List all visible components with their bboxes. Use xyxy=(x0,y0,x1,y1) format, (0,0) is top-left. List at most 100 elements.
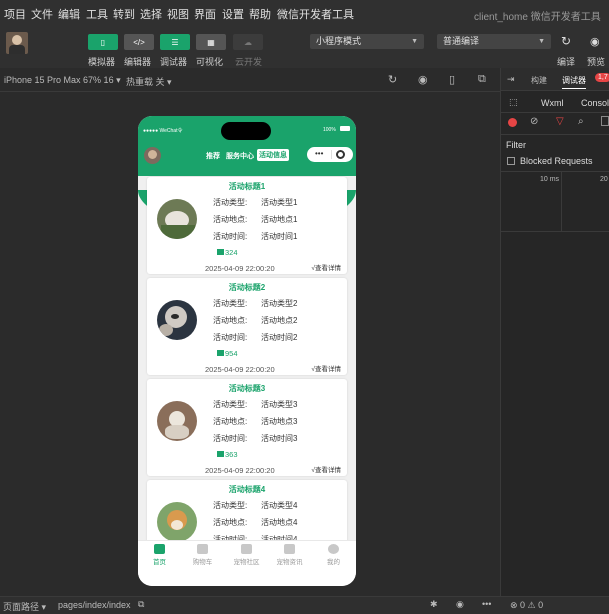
image-icon xyxy=(217,350,224,356)
inspect-icon[interactable]: ⬚ xyxy=(509,97,518,108)
nav-activity-info[interactable]: 活动信息 xyxy=(257,149,289,161)
blocked-requests-checkbox[interactable] xyxy=(507,157,515,165)
time-label: 活动时间: xyxy=(213,232,248,241)
time-label: 活动时间: xyxy=(213,434,248,443)
nav-recommend[interactable]: 推荐 xyxy=(206,151,220,161)
more-icon[interactable]: ••• xyxy=(482,599,491,609)
mode-select[interactable]: 小程序模式 ▼ xyxy=(310,34,424,49)
menu-tools[interactable]: 工具 xyxy=(86,6,108,22)
subtab-console[interactable]: Console xyxy=(581,98,609,108)
activity-title: 活动标题2 xyxy=(228,283,266,292)
menu-help[interactable]: 帮助 xyxy=(249,6,271,22)
activity-title: 活动标题1 xyxy=(228,182,266,191)
visual-toggle-button[interactable]: ▦ xyxy=(196,34,226,50)
capsule-menu[interactable]: ••• xyxy=(307,147,353,162)
refresh-icon[interactable]: ↻ xyxy=(388,73,397,86)
filter-icon[interactable]: ▽ xyxy=(556,116,564,127)
place-label: 活动地点: xyxy=(213,417,248,426)
view-details-link[interactable]: √查看详情 xyxy=(311,363,341,373)
timeline-tick-20: 20 xyxy=(600,176,608,183)
bug-icon[interactable]: ✱ xyxy=(430,599,438,610)
tab-build[interactable]: 构建 xyxy=(531,75,547,86)
compile-select[interactable]: 普通编译 ▼ xyxy=(437,34,551,49)
tab-mine[interactable]: 我的 xyxy=(312,544,355,566)
menu-view[interactable]: 视图 xyxy=(167,6,189,22)
filter-label[interactable]: Filter xyxy=(506,140,526,150)
debugger-toggle-button[interactable]: ☰ xyxy=(160,34,190,50)
activity-date: 2025-04-09 22:00:20 xyxy=(205,264,275,273)
menu-wechat-devtools[interactable]: 微信开发者工具 xyxy=(277,6,354,22)
tab-home[interactable]: 首页 xyxy=(138,544,181,566)
user-avatar[interactable] xyxy=(144,147,161,164)
place-label: 活动地点: xyxy=(213,518,248,527)
activity-image xyxy=(157,401,197,441)
debugger-label: 调试器 xyxy=(160,57,188,67)
avatar[interactable] xyxy=(6,32,28,54)
search-icon[interactable]: ⌕ xyxy=(578,116,584,127)
eye-icon[interactable]: ◉ xyxy=(456,599,464,610)
type-value: 活动类型2 xyxy=(261,299,298,308)
compile-button-label[interactable]: 编译 xyxy=(557,55,575,68)
simulator-toolbar: iPhone 15 Pro Max 67% 16 ▾ 热重载 关 ▾ ↻ ◉ ▯… xyxy=(0,68,500,92)
page-path-label[interactable]: 页面路径 ▾ xyxy=(3,600,46,613)
nav-service-center[interactable]: 服务中心 xyxy=(226,151,254,161)
place-value: 活动地点1 xyxy=(261,215,298,224)
cloud-button[interactable]: ☁ xyxy=(233,34,263,50)
tab-mine-label: 我的 xyxy=(327,559,340,566)
simulator-toggle-button[interactable]: ▯ xyxy=(88,34,118,50)
device-select[interactable]: iPhone 15 Pro Max 67% 16 ▾ xyxy=(4,75,121,86)
error-warning-count[interactable]: ⊗ 0 ⚠ 0 xyxy=(510,600,543,611)
view-details-link[interactable]: √查看详情 xyxy=(311,262,341,272)
more-icon[interactable]: ••• xyxy=(315,149,323,158)
view-count: 324 xyxy=(217,248,238,257)
menu-select[interactable]: 选择 xyxy=(140,6,162,22)
view-details-link[interactable]: √查看详情 xyxy=(311,464,341,474)
editor-toggle-button[interactable]: </> xyxy=(124,34,154,50)
time-value: 活动时间2 xyxy=(261,333,298,342)
tab-cart-label: 购物车 xyxy=(192,559,213,566)
copy-icon[interactable]: ⧉ xyxy=(138,599,144,610)
code-icon: </> xyxy=(133,37,145,47)
tab-pet-news[interactable]: 宠物资讯 xyxy=(268,544,311,566)
phone-icon[interactable]: ▯ xyxy=(449,73,455,86)
chevron-down-icon: ▼ xyxy=(411,38,418,45)
panel-toggle-icon[interactable]: ⇥ xyxy=(507,74,515,85)
stop-icon[interactable]: ◉ xyxy=(418,73,428,86)
record-icon[interactable] xyxy=(508,118,517,127)
close-icon[interactable] xyxy=(336,150,345,159)
activity-card[interactable]: 活动标题2 活动类型: 活动类型2 活动地点: 活动地点2 活动时间: 活动时间… xyxy=(147,278,347,375)
time-value: 活动时间1 xyxy=(261,232,298,241)
checkbox-icon[interactable] xyxy=(601,116,609,126)
menu-settings[interactable]: 设置 xyxy=(222,6,244,22)
dynamic-island xyxy=(221,122,271,140)
menu-edit[interactable]: 编辑 xyxy=(58,6,80,22)
blocked-requests-label: Blocked Requests xyxy=(520,156,593,166)
activity-card[interactable]: 活动标题1 活动类型: 活动类型1 活动地点: 活动地点1 活动时间: 活动时间… xyxy=(147,177,347,274)
clear-icon[interactable]: ⊘ xyxy=(530,116,538,127)
tab-cart[interactable]: 购物车 xyxy=(181,544,224,566)
view-count-value: 363 xyxy=(225,450,238,459)
activity-image xyxy=(157,300,197,340)
status-bar: 页面路径 ▾ pages/index/index ⧉ ✱ ◉ ••• ⊗ 0 ⚠… xyxy=(0,596,609,614)
cart-icon xyxy=(197,544,208,554)
type-value: 活动类型1 xyxy=(261,198,298,207)
menu-file[interactable]: 文件 xyxy=(31,6,53,22)
preview-button-label[interactable]: 预览 xyxy=(587,55,605,68)
tab-bar: 首页 购物车 宠物社区 宠物资讯 我的 xyxy=(138,540,356,586)
eye-icon[interactable]: ◉ xyxy=(590,35,600,48)
subtab-wxml[interactable]: Wxml xyxy=(541,98,564,108)
tab-debugger[interactable]: 调试器 xyxy=(562,75,586,89)
activity-title: 活动标题3 xyxy=(228,384,266,393)
menu-goto[interactable]: 转到 xyxy=(113,6,135,22)
activity-date: 2025-04-09 22:00:20 xyxy=(205,365,275,374)
hot-reload-select[interactable]: 热重载 关 ▾ xyxy=(126,75,172,88)
grid-icon xyxy=(241,544,252,554)
menu-interface[interactable]: 界面 xyxy=(194,6,216,22)
refresh-icon[interactable]: ↻ xyxy=(561,34,571,48)
tab-pet-community[interactable]: 宠物社区 xyxy=(225,544,268,566)
tab-pet-community-label: 宠物社区 xyxy=(233,559,260,566)
place-value: 活动地点4 xyxy=(261,518,298,527)
activity-card[interactable]: 活动标题3 活动类型: 活动类型3 活动地点: 活动地点3 活动时间: 活动时间… xyxy=(147,379,347,476)
menu-project[interactable]: 项目 xyxy=(4,6,26,22)
window-icon[interactable]: ⧉ xyxy=(478,73,486,86)
